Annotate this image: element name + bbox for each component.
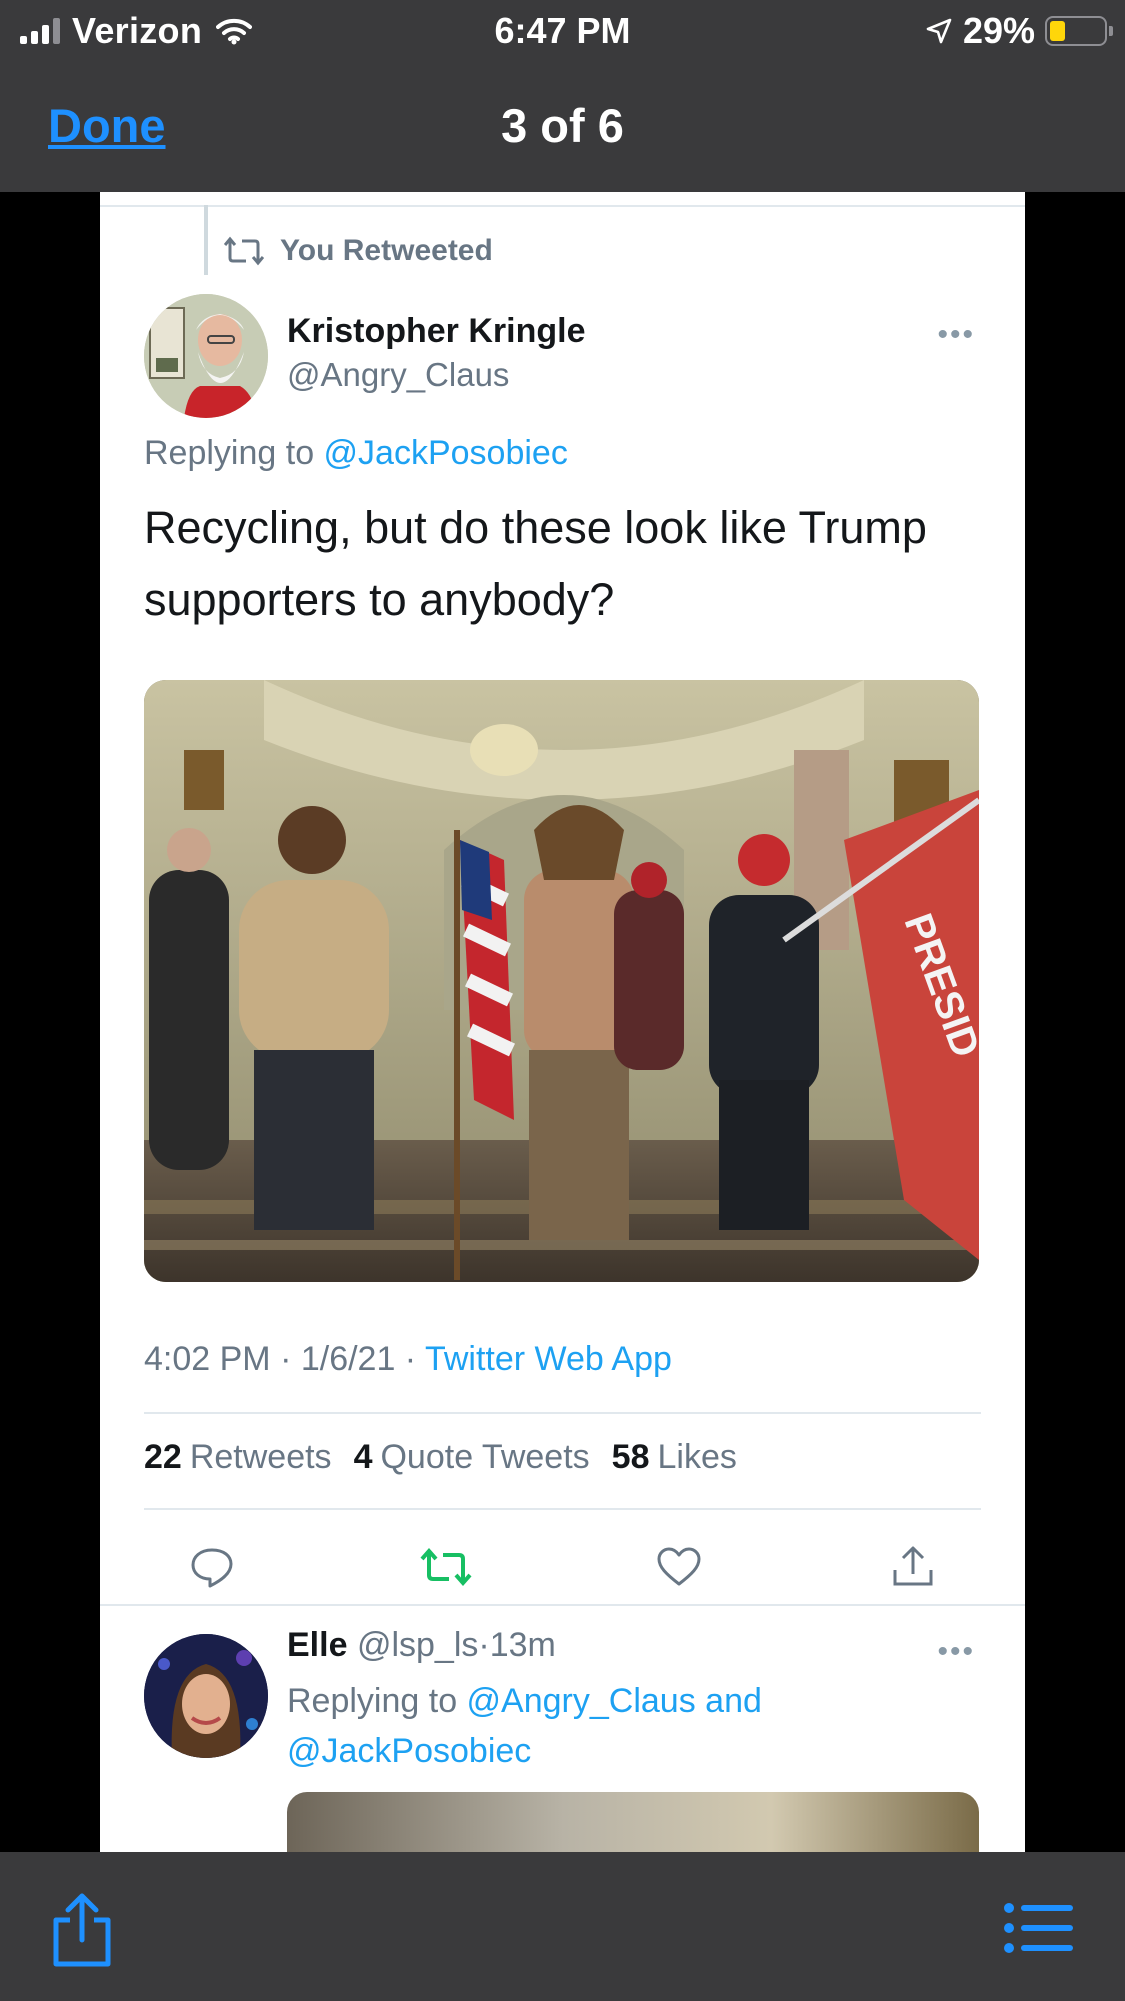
replying-to-label: Replying to <box>287 1682 467 1720</box>
tweet-timestamp: 4:02 PM · 1/6/21 · <box>144 1340 425 1378</box>
reply-author-name[interactable]: Elle <box>287 1626 347 1664</box>
reply-button[interactable] <box>182 1537 242 1597</box>
thread-line <box>204 205 208 275</box>
author-name[interactable]: Kristopher Kringle <box>287 312 585 351</box>
more-options-icon[interactable]: ••• <box>937 318 975 352</box>
share-tweet-button[interactable] <box>883 1537 943 1597</box>
more-options-icon[interactable]: ••• <box>937 1635 975 1669</box>
share-button[interactable] <box>50 1892 114 1973</box>
photo-viewer: Verizon 6:47 PM 29% Done 3 of 6 You Retw… <box>0 0 1125 2001</box>
avatar[interactable] <box>144 294 268 418</box>
heart-icon <box>657 1547 701 1586</box>
quote-tweets-stat[interactable]: 4 Quote Tweets <box>354 1438 590 1477</box>
replying-to: Replying to @JackPosobiec <box>144 434 568 473</box>
reply-header: Elle @lsp_ls·13m <box>287 1626 556 1665</box>
divider <box>100 205 1025 207</box>
retweet-context: You Retweeted <box>224 234 493 268</box>
tweet-screenshot: You Retweeted Kristopher Kringle @Angry_… <box>100 192 1025 1852</box>
reply-time: 13m <box>489 1626 556 1664</box>
bottom-toolbar <box>0 1852 1125 2001</box>
reply-replying-to: Replying to @Angry_Claus and @JackPosobi… <box>287 1676 847 1776</box>
tweet-photo[interactable]: PRESID <box>144 680 979 1282</box>
battery-level <box>1050 21 1065 41</box>
list-button[interactable] <box>1003 1902 1073 1959</box>
page-title: 3 of 6 <box>501 99 624 152</box>
retweet-context-label: You Retweeted <box>280 234 493 267</box>
retweets-stat[interactable]: 22 Retweets <box>144 1438 332 1477</box>
quotes-label: Quote Tweets <box>380 1438 590 1476</box>
reply-icon <box>191 1548 233 1588</box>
author-handle[interactable]: @Angry_Claus <box>287 356 509 394</box>
likes-count: 58 <box>611 1438 650 1476</box>
battery-percent: 29% <box>962 10 1035 51</box>
nav-bar: Done 3 of 6 <box>0 62 1125 192</box>
mention-link[interactable]: @JackPosobiec <box>324 434 568 472</box>
separator: · <box>478 1626 490 1664</box>
retweets-count: 22 <box>144 1438 182 1476</box>
retweet-icon <box>420 1547 472 1587</box>
tweet-source-link[interactable]: Twitter Web App <box>425 1340 672 1378</box>
like-button[interactable] <box>649 1537 709 1597</box>
tweet-meta: 4:02 PM · 1/6/21 · Twitter Web App <box>144 1340 672 1379</box>
reply-author-handle[interactable]: @lsp_ls <box>357 1626 478 1664</box>
retweet-button[interactable] <box>416 1537 476 1597</box>
replying-to-label: Replying to <box>144 434 324 472</box>
list-icon <box>1004 1903 1073 1953</box>
mention-joiner: and <box>695 1682 762 1720</box>
reply-photo[interactable] <box>287 1792 979 1852</box>
retweets-label: Retweets <box>189 1438 332 1476</box>
mention-link[interactable]: @Angry_Claus <box>467 1682 696 1720</box>
likes-stat[interactable]: 58 Likes <box>612 1438 737 1477</box>
divider <box>144 1508 981 1510</box>
status-right: 29% <box>925 10 1113 52</box>
share-icon <box>893 1546 933 1586</box>
tweet-stats: 22 Retweets 4 Quote Tweets 58 Likes <box>144 1438 737 1477</box>
tweet-text: Recycling, but do these look like Trump … <box>144 502 927 625</box>
divider <box>144 1412 981 1414</box>
status-bar: Verizon 6:47 PM 29% <box>0 0 1125 62</box>
location-arrow-icon <box>926 18 952 44</box>
tweet-actions <box>144 1537 981 1597</box>
likes-label: Likes <box>657 1438 737 1476</box>
retweet-icon <box>224 236 264 266</box>
mention-link[interactable]: @JackPosobiec <box>287 1732 531 1770</box>
quotes-count: 4 <box>353 1438 373 1476</box>
battery-icon <box>1045 16 1113 46</box>
avatar[interactable] <box>144 1634 268 1758</box>
divider <box>100 1604 1025 1606</box>
share-icon <box>53 1893 111 1967</box>
